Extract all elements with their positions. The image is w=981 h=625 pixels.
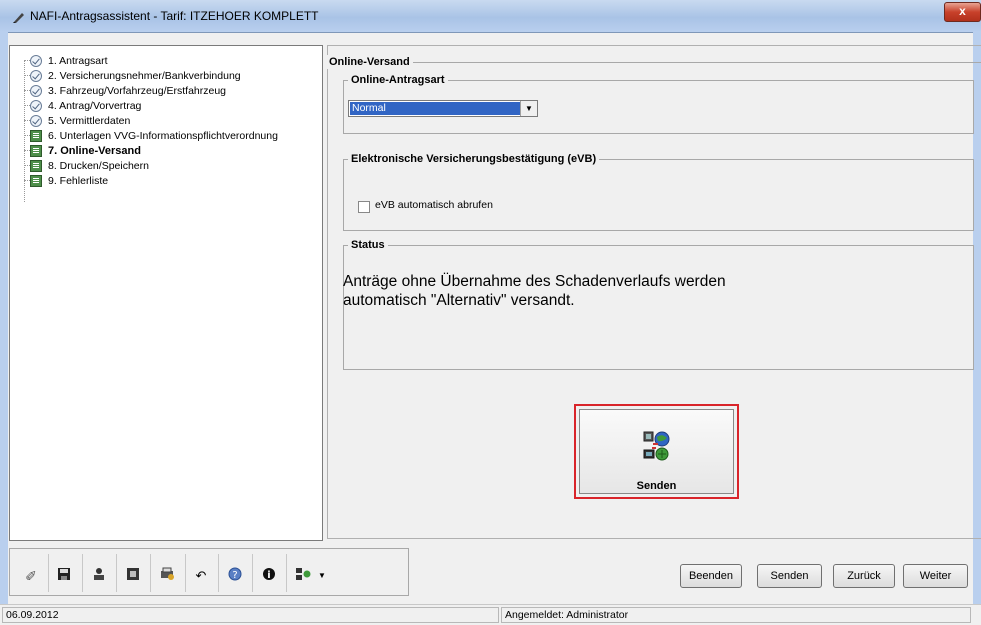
zurueck-button[interactable]: Zurück xyxy=(833,564,895,588)
status-bar: 06.09.2012 Angemeldet: Administrator xyxy=(0,604,981,625)
check-circle-icon xyxy=(30,85,42,97)
antragsart-legend: Online-Antragsart xyxy=(348,73,448,87)
document-icon xyxy=(30,130,42,142)
evb-checkbox-label: eVB automatisch abrufen xyxy=(375,199,493,211)
print-preview-icon[interactable] xyxy=(158,567,176,585)
evb-checkbox[interactable] xyxy=(358,201,370,213)
send-online-button[interactable]: Senden xyxy=(574,404,739,499)
evb-legend: Elektronische Versicherungsbestätigung (… xyxy=(348,152,600,166)
window-title: NAFI-Antragsassistent - Tarif: ITZEHOER … xyxy=(30,9,319,23)
chevron-down-icon[interactable]: ▼ xyxy=(520,101,537,116)
check-circle-icon xyxy=(30,55,42,67)
pin-icon[interactable]: ✐ xyxy=(22,567,40,585)
svg-text:i: i xyxy=(267,570,270,581)
network-icon[interactable] xyxy=(294,567,312,585)
send-online-label: Senden xyxy=(636,480,677,492)
status-user: Angemeldet: Administrator xyxy=(501,607,971,623)
senden-button[interactable]: Senden xyxy=(757,564,822,588)
help-icon[interactable]: ? xyxy=(226,567,244,585)
pen-icon xyxy=(13,13,24,23)
close-button[interactable]: x xyxy=(944,2,981,22)
info-icon[interactable]: i xyxy=(260,567,278,585)
navigation-tree: 1. Antragsart 2. Versicherungsnehmer/Ban… xyxy=(9,45,323,541)
document-icon xyxy=(30,175,42,187)
status-date: 06.09.2012 xyxy=(2,607,499,623)
svg-text:?: ? xyxy=(232,570,237,581)
evb-group: Elektronische Versicherungsbestätigung (… xyxy=(343,152,974,231)
check-circle-icon xyxy=(30,70,42,82)
beenden-button[interactable]: Beenden xyxy=(680,564,742,588)
status-message: Anträge ohne Übernahme des Schadenverlau… xyxy=(343,273,726,309)
antragsart-value: Normal xyxy=(350,102,520,115)
network-globe-icon xyxy=(643,431,670,461)
document-icon xyxy=(30,145,42,157)
antragsart-select[interactable]: Normal ▼ xyxy=(348,100,538,117)
toolbar: ✐ ↶ ? i ▼ xyxy=(9,548,409,596)
document-save-icon[interactable] xyxy=(124,567,142,585)
check-circle-icon xyxy=(30,115,42,127)
user-save-icon[interactable] xyxy=(90,567,108,585)
undo-icon[interactable]: ↶ xyxy=(192,567,210,585)
check-circle-icon xyxy=(30,100,42,112)
document-icon xyxy=(30,160,42,172)
status-legend: Status xyxy=(348,238,388,252)
save-icon[interactable] xyxy=(55,567,73,585)
section-title: Online-Versand xyxy=(326,55,413,69)
weiter-button[interactable]: Weiter xyxy=(903,564,968,588)
window-frame-left xyxy=(0,32,8,622)
chevron-down-icon[interactable]: ▼ xyxy=(313,567,331,585)
title-bar: NAFI-Antragsassistent - Tarif: ITZEHOER … xyxy=(0,0,981,33)
